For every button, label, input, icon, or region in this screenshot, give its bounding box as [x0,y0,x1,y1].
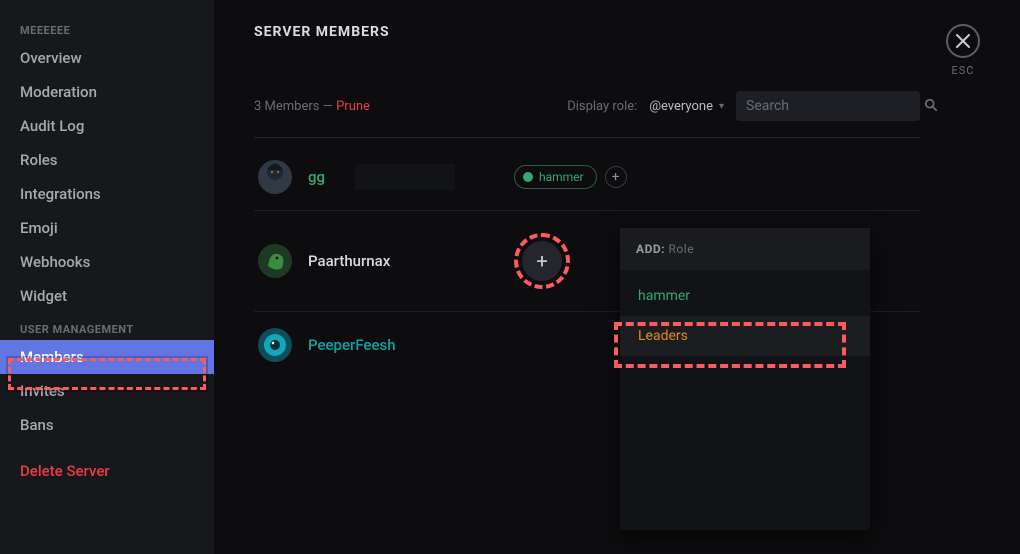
sidebar-item-label: Widget [20,287,67,305]
sidebar-item-label: Emoji [20,219,58,237]
sidebar-item-roles[interactable]: Roles [0,143,214,177]
sidebar-item-integrations[interactable]: Integrations [0,177,214,211]
role-color-dot [523,172,533,182]
display-role-select[interactable]: @everyone ▾ [649,99,724,114]
prune-link[interactable]: Prune [336,99,370,114]
role-pill-hammer[interactable]: hammer [514,165,597,189]
sidebar-item-label: Bans [20,416,54,434]
close-label: ESC [946,64,980,77]
role-option-leaders[interactable]: Leaders [620,316,870,356]
plus-icon: + [522,241,562,281]
sidebar-item-widget[interactable]: Widget [0,279,214,313]
member-roles: hammer + [514,165,627,189]
sidebar-item-label: Webhooks [20,253,90,271]
role-option-label: hammer [638,288,690,304]
sidebar-item-label: Overview [20,49,82,67]
divider [254,137,920,138]
add-role-popup-header: ADD: Role [620,228,870,270]
sidebar-item-label: Delete Server [20,462,110,480]
sidebar-item-webhooks[interactable]: Webhooks [0,245,214,279]
member-name: Paarthurnax [308,252,438,270]
add-role-popup-list: hammer Leaders [620,270,870,530]
page-title: SERVER MEMBERS [254,24,390,40]
add-role-button-highlighted[interactable]: + [514,233,570,289]
sidebar-item-emoji[interactable]: Emoji [0,211,214,245]
member-count-text: 3 Members — [254,99,333,114]
avatar [258,244,292,278]
member-roles: + [514,233,570,289]
sidebar-item-label: Invites [20,382,65,400]
member-search[interactable] [736,91,920,121]
role-pill-label: hammer [539,170,584,184]
sidebar-item-label: Integrations [20,185,101,203]
member-name: PeeperFeesh [308,336,438,354]
main-content: SERVER MEMBERS ESC 3 Members — Prune Dis… [214,0,1020,554]
sidebar-section-server: MEEEEEE [0,14,214,41]
search-icon [924,97,938,116]
avatar [258,160,292,194]
add-role-popup-placeholder: Role [669,242,695,256]
close-icon [956,34,970,48]
sidebar-item-bans[interactable]: Bans [0,408,214,442]
add-role-popup: ADD: Role hammer Leaders [620,228,870,530]
sidebar-item-label: Moderation [20,83,97,101]
sidebar-item-label: Members [20,348,84,366]
chevron-down-icon: ▾ [719,101,724,112]
sidebar-item-members[interactable]: Members [0,340,214,374]
settings-sidebar: MEEEEEE Overview Moderation Audit Log Ro… [0,0,214,554]
role-option-label: Leaders [638,328,688,344]
sidebar-item-moderation[interactable]: Moderation [0,75,214,109]
display-role-label: Display role: [567,99,637,114]
sidebar-item-invites[interactable]: Invites [0,374,214,408]
sidebar-item-overview[interactable]: Overview [0,41,214,75]
name-redaction [355,164,455,190]
avatar [258,328,292,362]
sidebar-item-label: Roles [20,151,58,169]
member-row[interactable]: gg ♛ hammer + [254,144,920,210]
sidebar-item-label: Audit Log [20,117,84,135]
add-role-popup-label: ADD: [636,242,665,256]
member-count: 3 Members — Prune [254,99,555,114]
search-input[interactable] [746,98,924,114]
add-role-button[interactable]: + [605,166,627,188]
sidebar-item-audit-log[interactable]: Audit Log [0,109,214,143]
display-role-value: @everyone [649,99,713,114]
role-option-hammer[interactable]: hammer [620,276,870,316]
sidebar-item-delete-server[interactable]: Delete Server [0,454,214,488]
sidebar-section-user-management: USER MANAGEMENT [0,313,214,340]
close-button[interactable] [946,24,980,58]
